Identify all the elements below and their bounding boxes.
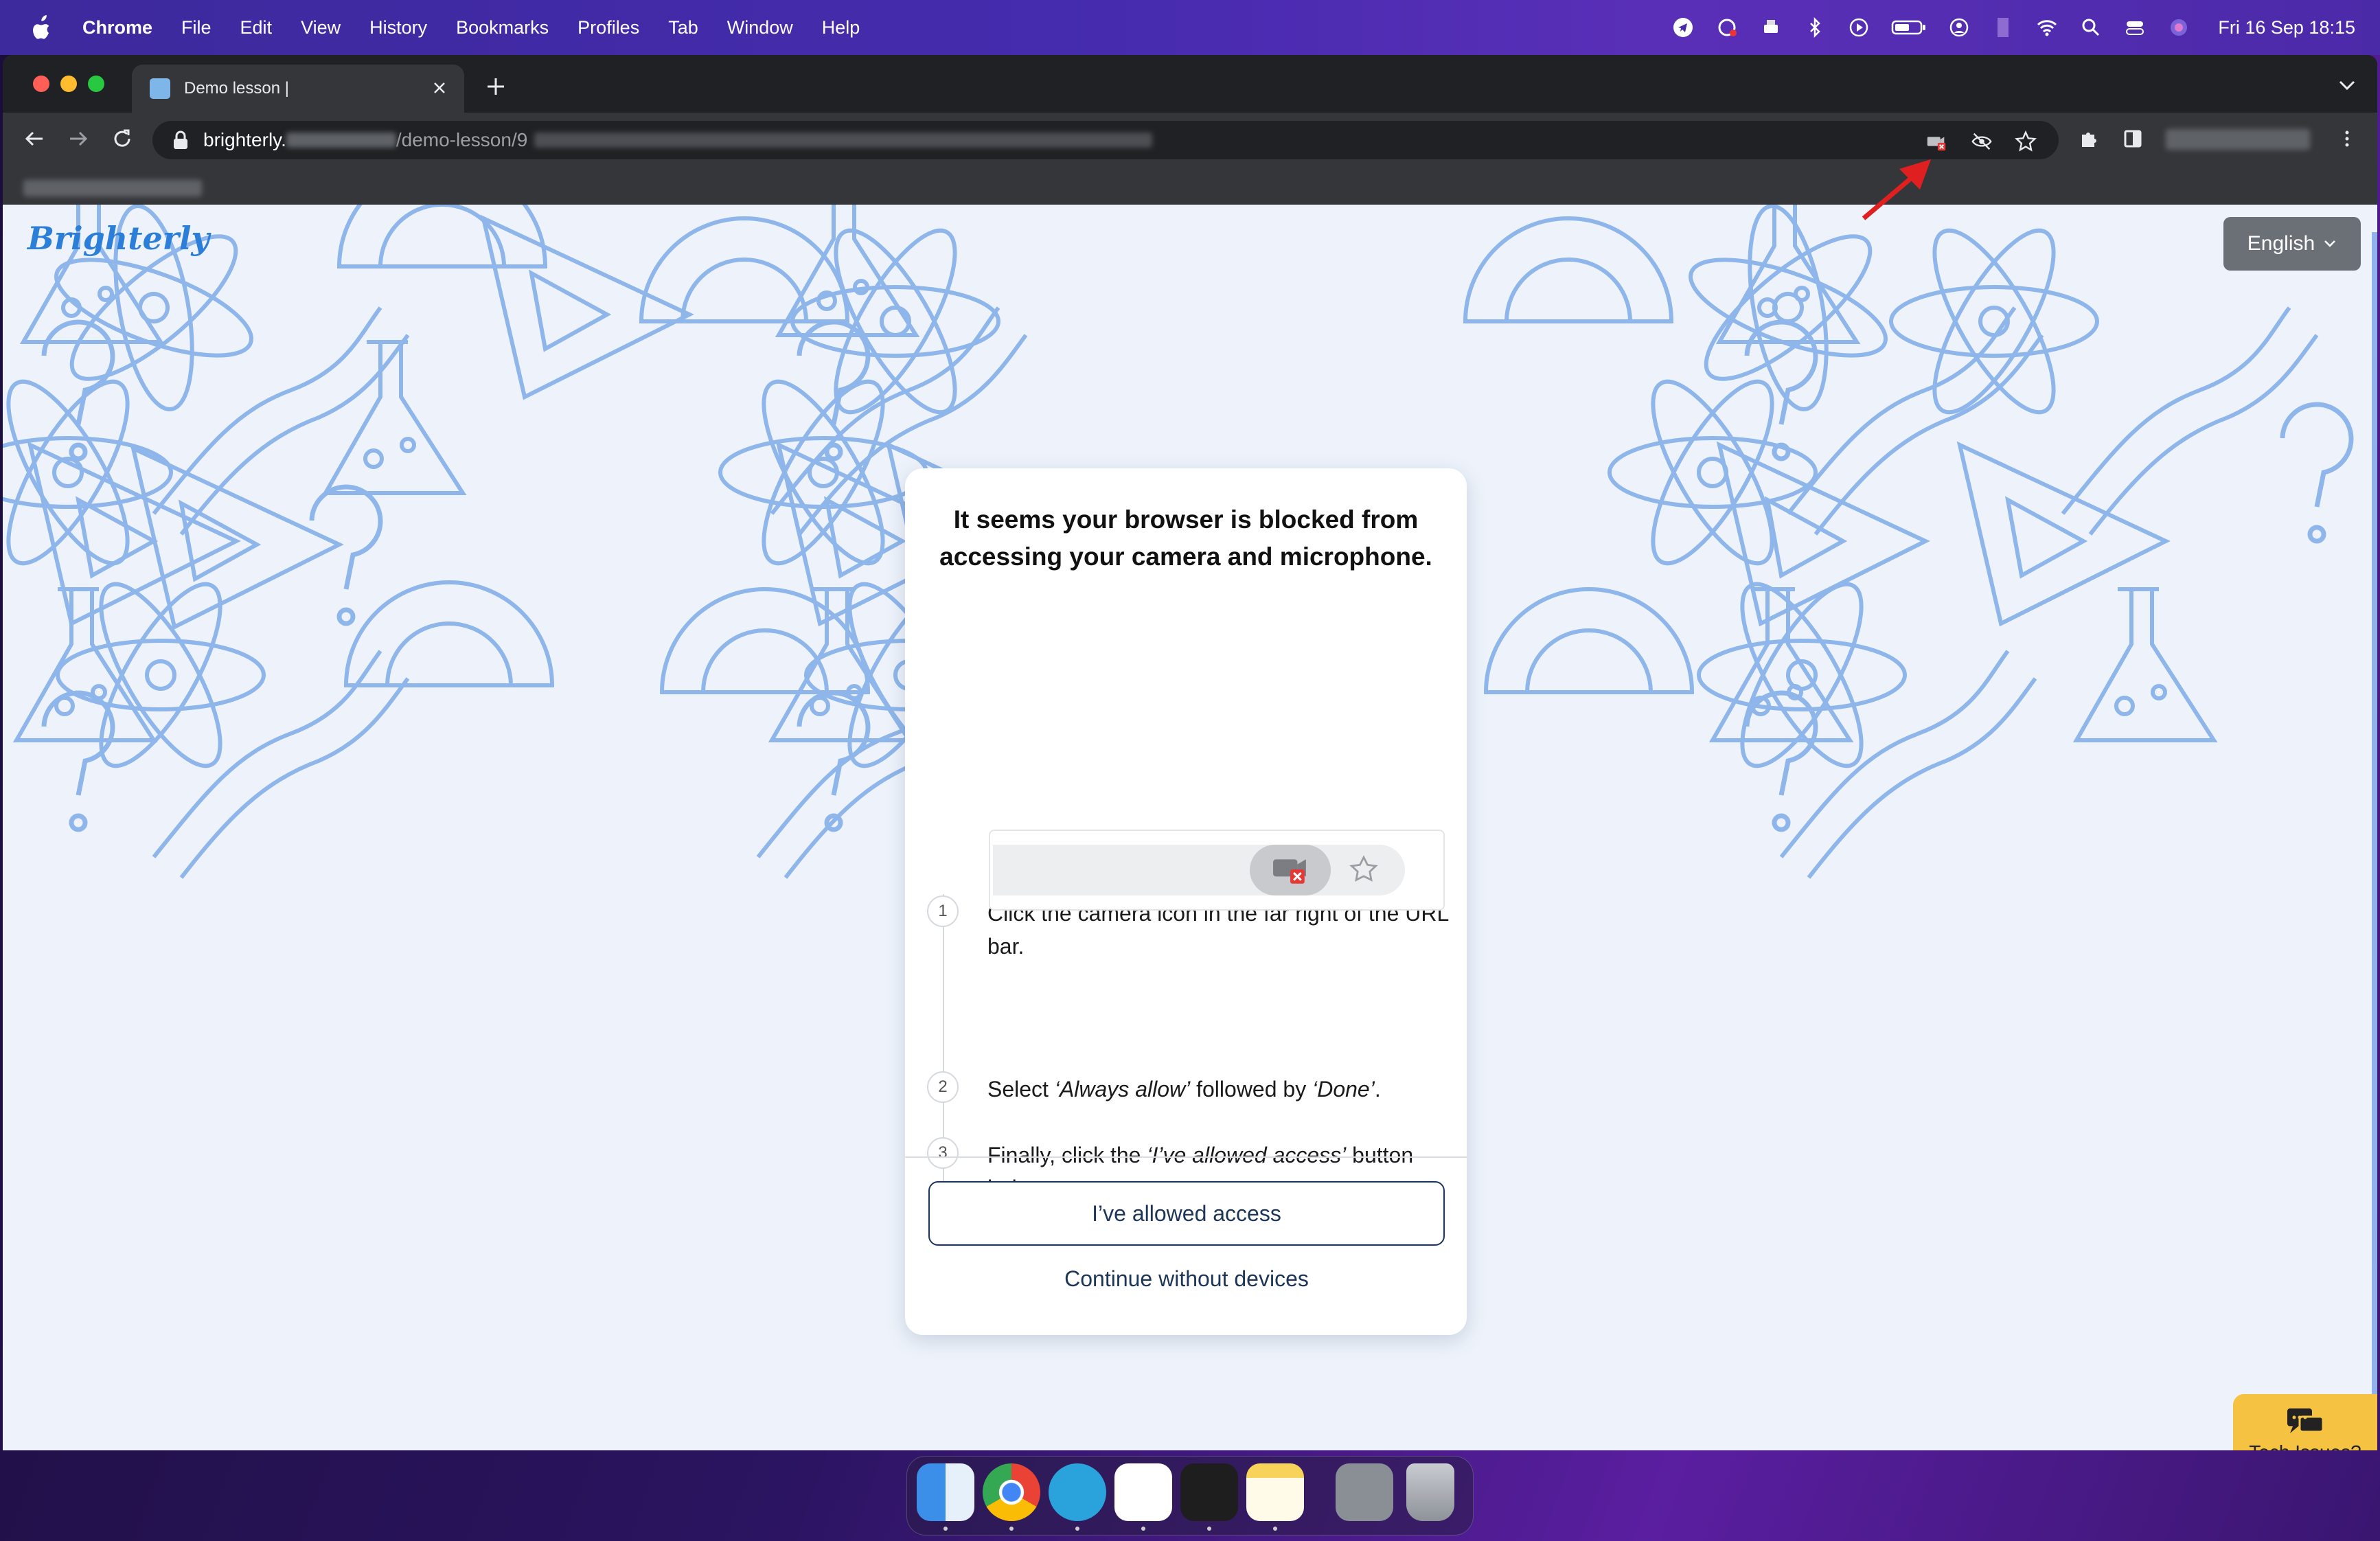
address-bar[interactable]: brighterly. /demo-lesson/9 bbox=[152, 121, 2059, 159]
trash-app-icon[interactable] bbox=[1406, 1463, 1454, 1521]
tab-demo-lesson[interactable]: Demo lesson | bbox=[132, 65, 464, 113]
figma-app-icon[interactable] bbox=[1180, 1463, 1238, 1521]
notes-app-icon[interactable] bbox=[1246, 1463, 1304, 1521]
dialog-divider bbox=[905, 1156, 1467, 1158]
url-host: brighterly. bbox=[203, 129, 286, 150]
wifi-icon[interactable] bbox=[2035, 16, 2059, 39]
menu-help[interactable]: Help bbox=[822, 17, 860, 38]
back-arrow-icon[interactable] bbox=[21, 125, 48, 152]
recent-window-thumbnail[interactable] bbox=[1336, 1463, 1393, 1521]
user-account-icon[interactable] bbox=[1947, 16, 1971, 39]
step-number: 3 bbox=[927, 1137, 959, 1169]
window-close-button[interactable] bbox=[33, 76, 49, 92]
steps-timeline bbox=[943, 894, 944, 1231]
url-redacted-path bbox=[534, 133, 1153, 148]
step-text: Select ‘Always allow’ followed by ‘Done’… bbox=[987, 1077, 1381, 1101]
menu-history[interactable]: History bbox=[369, 17, 427, 38]
battery-icon[interactable] bbox=[1891, 16, 1927, 39]
spotlight-search-icon[interactable] bbox=[2079, 16, 2103, 39]
lesson-page: Brighterly English It seems your browser… bbox=[3, 205, 2377, 1450]
extensions-puzzle-icon[interactable] bbox=[2075, 125, 2103, 152]
allowed-access-button[interactable]: I’ve allowed access bbox=[928, 1181, 1445, 1246]
browser-toolbar: brighterly. /demo-lesson/9 bbox=[3, 113, 2377, 166]
printer-icon[interactable] bbox=[1759, 16, 1783, 39]
telegram-app-icon[interactable] bbox=[1049, 1463, 1106, 1521]
chrome-menu-kebab-icon[interactable] bbox=[2333, 125, 2361, 152]
continue-without-devices-button[interactable]: Continue without devices bbox=[928, 1258, 1445, 1299]
menubar-clock[interactable]: Fri 16 Sep 18:15 bbox=[2218, 17, 2355, 38]
side-panel-icon[interactable] bbox=[2119, 125, 2147, 152]
finder-app-icon[interactable] bbox=[917, 1463, 974, 1521]
step-number: 1 bbox=[927, 895, 959, 927]
window-zoom-button[interactable] bbox=[88, 76, 104, 92]
camera-blocked-icon bbox=[1250, 845, 1331, 895]
chrome-app-icon[interactable] bbox=[983, 1463, 1040, 1521]
language-selector[interactable]: English bbox=[2223, 217, 2361, 271]
redacted-status-icon[interactable] bbox=[1991, 16, 2015, 39]
chevron-down-icon bbox=[2324, 240, 2336, 247]
url-bar-illustration bbox=[989, 830, 1445, 911]
reload-icon[interactable] bbox=[108, 125, 136, 152]
slack-app-icon[interactable] bbox=[1114, 1463, 1172, 1521]
browser-window: Demo lesson | brighterly. /demo-lesson/9 bbox=[3, 55, 2377, 1450]
tab-search-chevron-icon[interactable] bbox=[2337, 78, 2357, 92]
creative-cloud-icon[interactable] bbox=[1715, 16, 1739, 39]
tab-favicon bbox=[150, 78, 170, 99]
step-number: 2 bbox=[927, 1071, 959, 1103]
menu-window[interactable]: Window bbox=[727, 17, 793, 38]
control-center-icon[interactable] bbox=[2123, 16, 2147, 39]
play-circle-icon[interactable] bbox=[1847, 16, 1870, 39]
tab-title: Demo lesson | bbox=[184, 79, 289, 98]
bookmark-redacted[interactable] bbox=[23, 180, 202, 196]
tab-strip: Demo lesson | bbox=[3, 55, 2377, 113]
camera-blocked-icon[interactable] bbox=[1924, 129, 1949, 154]
eye-off-icon[interactable] bbox=[1969, 129, 1994, 154]
tech-issues-widget[interactable]: Tech Issues? bbox=[2233, 1394, 2377, 1450]
apple-icon[interactable] bbox=[30, 15, 52, 40]
tab-close-icon[interactable] bbox=[428, 77, 450, 99]
language-label: English bbox=[2247, 232, 2315, 255]
bookmarks-bar bbox=[3, 166, 2377, 205]
bookmark-star-icon[interactable] bbox=[2013, 129, 2038, 154]
menu-profiles[interactable]: Profiles bbox=[577, 17, 639, 38]
forward-arrow-icon[interactable] bbox=[65, 125, 92, 152]
window-minimize-button[interactable] bbox=[60, 76, 77, 92]
menu-edit[interactable]: Edit bbox=[240, 17, 273, 38]
telegram-status-icon[interactable] bbox=[1671, 16, 1695, 39]
macos-menu-bar: Chrome File Edit View History Bookmarks … bbox=[0, 0, 2380, 55]
star-icon bbox=[1345, 850, 1383, 889]
menu-view[interactable]: View bbox=[301, 17, 341, 38]
bluetooth-icon[interactable] bbox=[1803, 16, 1827, 39]
dialog-title: It seems your browser is blocked from ac… bbox=[939, 505, 1432, 571]
profile-redacted[interactable] bbox=[2166, 129, 2310, 150]
brighterly-logo[interactable]: Brighterly bbox=[27, 220, 209, 257]
new-tab-icon[interactable] bbox=[483, 74, 508, 99]
chat-bubbles-icon bbox=[2287, 1408, 2324, 1433]
menu-file[interactable]: File bbox=[181, 17, 211, 38]
menu-tab[interactable]: Tab bbox=[668, 17, 698, 38]
url-redacted-domain bbox=[286, 133, 396, 148]
tech-issues-label: Tech Issues? bbox=[2249, 1441, 2361, 1450]
menu-bookmarks[interactable]: Bookmarks bbox=[456, 17, 549, 38]
url-path: /demo-lesson/9 bbox=[396, 129, 528, 150]
url-bar-illustration-field bbox=[993, 845, 1405, 895]
macos-dock bbox=[906, 1456, 1474, 1536]
siri-icon[interactable] bbox=[2167, 16, 2190, 39]
lock-icon[interactable] bbox=[172, 130, 190, 150]
menu-app-name[interactable]: Chrome bbox=[82, 17, 152, 38]
page-scrollbar[interactable] bbox=[2372, 232, 2377, 1441]
permission-blocked-dialog: It seems your browser is blocked from ac… bbox=[905, 468, 1467, 1335]
